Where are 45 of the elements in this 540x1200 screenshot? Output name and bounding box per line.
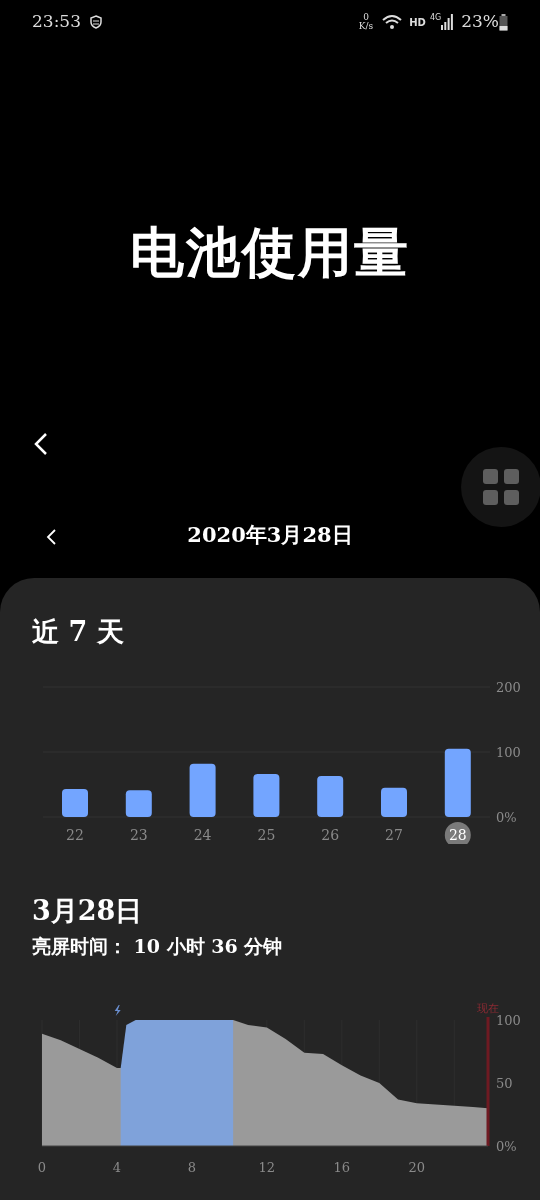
date-label: 2020年3月28日 bbox=[187, 521, 353, 550]
section-title: 近 7 天 bbox=[31, 615, 125, 649]
previous-day-icon[interactable] bbox=[45, 528, 57, 546]
axis-label: 20 bbox=[408, 1159, 426, 1175]
day-label[interactable]: 27 bbox=[385, 827, 403, 843]
axis-label: 50 bbox=[496, 1075, 513, 1091]
back-icon[interactable] bbox=[32, 432, 50, 456]
page-title: 电池使用量 bbox=[130, 218, 410, 286]
usage-bar[interactable] bbox=[317, 776, 344, 817]
axis-label: 0% bbox=[496, 1138, 517, 1154]
axis-label: 16 bbox=[333, 1159, 351, 1175]
hd-indicator: HD bbox=[409, 15, 426, 30]
wifi-icon bbox=[381, 14, 404, 30]
axis-label: 12 bbox=[258, 1159, 276, 1175]
axis-label: 8 bbox=[187, 1159, 197, 1175]
day-label[interactable]: 25 bbox=[257, 827, 276, 843]
usage-bar[interactable] bbox=[444, 748, 471, 817]
usage-bar[interactable] bbox=[381, 787, 407, 817]
day-label[interactable]: 22 bbox=[66, 827, 84, 843]
status-time: 23:53 bbox=[32, 10, 81, 34]
day-label[interactable]: 28 bbox=[448, 827, 467, 843]
net-speed-value: 0 bbox=[363, 13, 369, 22]
network-type: 4G bbox=[429, 12, 442, 24]
grid-icon bbox=[483, 469, 519, 505]
net-speed-unit: K/s bbox=[358, 22, 374, 31]
axis-label: 100 bbox=[496, 1012, 521, 1028]
shield-icon bbox=[89, 15, 103, 29]
lightning-icon bbox=[114, 1004, 121, 1016]
axis-label: 100 bbox=[496, 745, 521, 760]
axis-label: 0 bbox=[37, 1159, 47, 1175]
axis-label: 0% bbox=[496, 810, 517, 825]
axis-label: 200 bbox=[496, 680, 521, 695]
usage-bar[interactable] bbox=[125, 790, 152, 817]
day-label[interactable]: 24 bbox=[193, 827, 212, 843]
battery-icon bbox=[499, 13, 508, 31]
screen-time-text: 亮屏时间： 10 小时 36 分钟 bbox=[32, 934, 284, 959]
selected-day-marker bbox=[444, 822, 471, 844]
signal-icon bbox=[441, 14, 454, 30]
day-title: 3月28日 bbox=[32, 894, 144, 928]
day-label[interactable]: 26 bbox=[321, 827, 340, 843]
usage-bar[interactable] bbox=[189, 763, 216, 817]
battery-percent: 23% bbox=[461, 10, 499, 34]
usage-bar[interactable] bbox=[253, 774, 280, 817]
axis-label: 4 bbox=[112, 1159, 122, 1175]
day-label[interactable]: 23 bbox=[129, 827, 148, 843]
